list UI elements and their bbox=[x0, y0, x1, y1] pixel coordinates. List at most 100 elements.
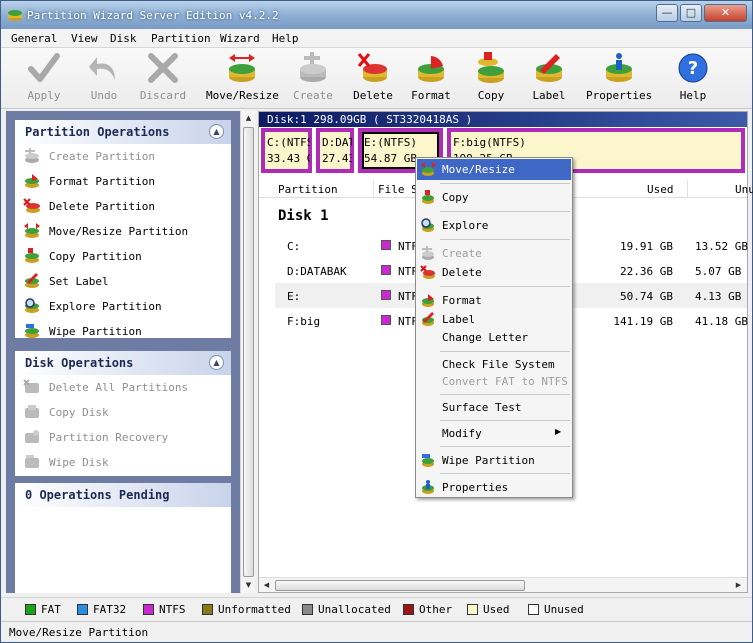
menu-view[interactable]: View bbox=[71, 32, 98, 45]
copy-disk-item[interactable]: Copy Disk bbox=[15, 400, 231, 425]
menu-wizard[interactable]: Wizard bbox=[220, 32, 260, 45]
delete-all-partitions-item[interactable]: Delete All Partitions bbox=[15, 375, 231, 400]
app-logo-icon bbox=[8, 10, 22, 21]
discard-button[interactable]: Discard bbox=[137, 52, 189, 104]
minimize-button[interactable]: — bbox=[656, 4, 678, 22]
partition-recovery-item[interactable]: Partition Recovery bbox=[15, 425, 231, 450]
menu-separator bbox=[440, 351, 570, 352]
apply-label: Apply bbox=[27, 89, 61, 102]
partition-size: 54.87 GB bbox=[364, 152, 417, 165]
partition-size: 33.43 GB bbox=[267, 152, 310, 165]
disk-operations-header[interactable]: Disk Operations ▲ bbox=[15, 351, 231, 375]
title-bar[interactable]: Partition Wizard Server Edition v4.2.2 —… bbox=[1, 1, 752, 29]
row-unused: 13.52 GB bbox=[695, 240, 748, 253]
create-partition-icon bbox=[422, 246, 434, 260]
left-panel-scrollbar[interactable]: ▲ ▼ bbox=[240, 111, 255, 593]
move-resize-partition-item[interactable]: Move/Resize Partition bbox=[15, 219, 231, 244]
create-partition-item[interactable]: Create Partition bbox=[15, 144, 231, 169]
scroll-left-arrow-icon[interactable]: ◀ bbox=[259, 578, 274, 593]
partition-context-menu: Move/Resize Copy Explore Create Delete F… bbox=[415, 157, 573, 498]
create-button[interactable]: Create bbox=[291, 52, 335, 104]
move-resize-button[interactable]: Move/Resize bbox=[206, 52, 279, 104]
delete-button[interactable]: Delete bbox=[351, 52, 395, 104]
column-partition[interactable]: Partition bbox=[278, 183, 338, 196]
delete-partition-item[interactable]: Delete Partition bbox=[15, 194, 231, 219]
delete-label: Delete bbox=[353, 89, 393, 102]
column-unused[interactable]: Unused bbox=[735, 183, 753, 196]
ctx-change-letter-label: Change Letter bbox=[442, 331, 529, 344]
pending-operations-header[interactable]: 0 Operations Pending bbox=[15, 483, 231, 507]
menu-disk[interactable]: Disk bbox=[110, 32, 137, 45]
ctx-delete[interactable]: Delete bbox=[417, 262, 571, 283]
delete-partition-icon bbox=[357, 53, 387, 82]
legend-used: Used bbox=[483, 603, 510, 616]
row-partition-name: F:big bbox=[287, 315, 321, 328]
undo-button[interactable]: Undo bbox=[83, 52, 125, 104]
scroll-thumb[interactable] bbox=[243, 127, 254, 577]
set-label-item[interactable]: Set Label bbox=[15, 269, 231, 294]
wipe-partition-item[interactable]: Wipe Partition bbox=[15, 319, 231, 344]
properties-button[interactable]: Properties bbox=[586, 52, 652, 104]
label-partition-icon bbox=[422, 312, 434, 326]
ctx-move-resize[interactable]: Move/Resize bbox=[417, 159, 571, 180]
copy-partition-item[interactable]: Copy Partition bbox=[15, 244, 231, 269]
ctx-modify[interactable]: Modify ▶ bbox=[417, 423, 571, 444]
disk-map-partition-c[interactable]: C:(NTFS) 33.43 GB bbox=[261, 128, 312, 173]
wipe-disk-item[interactable]: Wipe Disk bbox=[15, 450, 231, 475]
menu-separator bbox=[440, 211, 570, 212]
ctx-format[interactable]: Format bbox=[417, 290, 571, 311]
status-bar: Move/Resize Partition bbox=[1, 621, 752, 642]
copy-partition-label: Copy Partition bbox=[49, 250, 142, 263]
disk-header-bar[interactable]: Disk:1 298.09GB ( ST3320418AS ) bbox=[259, 112, 747, 127]
explore-partition-item[interactable]: Explore Partition bbox=[15, 294, 231, 319]
wipe-partition-label: Wipe Partition bbox=[49, 325, 142, 338]
row-unused: 4.13 GB bbox=[695, 290, 742, 303]
move-resize-icon bbox=[421, 162, 436, 176]
label-button[interactable]: Label bbox=[527, 52, 571, 104]
scroll-up-arrow-icon[interactable]: ▲ bbox=[241, 111, 256, 126]
row-unused: 5.07 GB bbox=[695, 265, 742, 278]
menu-partition[interactable]: Partition bbox=[151, 32, 211, 45]
ctx-properties[interactable]: Properties bbox=[417, 477, 571, 498]
wipe-disk-icon bbox=[25, 455, 39, 468]
row-unused: 41.18 GB bbox=[695, 315, 748, 328]
menu-general[interactable]: General bbox=[11, 32, 57, 45]
horizontal-scrollbar[interactable]: ◀ ▶ bbox=[259, 577, 747, 592]
column-divider[interactable] bbox=[373, 180, 374, 198]
partition-operations-header[interactable]: Partition Operations ▲ bbox=[15, 120, 231, 144]
help-button[interactable]: ? Help bbox=[673, 52, 713, 104]
label-partition-icon bbox=[25, 273, 39, 288]
scroll-right-arrow-icon[interactable]: ▶ bbox=[731, 578, 746, 593]
format-button[interactable]: Format bbox=[409, 52, 453, 104]
wipe-partition-icon bbox=[25, 324, 39, 338]
column-divider[interactable] bbox=[687, 180, 688, 198]
collapse-chevron-icon[interactable]: ▲ bbox=[209, 355, 224, 370]
ctx-wipe-partition[interactable]: Wipe Partition bbox=[417, 450, 571, 471]
partition-name: E:(NTFS) bbox=[364, 136, 417, 149]
close-button[interactable]: ✕ bbox=[704, 4, 747, 22]
ctx-surface-test[interactable]: Surface Test bbox=[417, 397, 571, 418]
horizontal-scroll-thumb[interactable] bbox=[275, 580, 525, 591]
ctx-copy[interactable]: Copy bbox=[417, 187, 571, 208]
delete-all-partitions-label: Delete All Partitions bbox=[49, 381, 189, 394]
ctx-change-letter[interactable]: Change Letter bbox=[417, 327, 571, 348]
ctx-explore[interactable]: Explore bbox=[417, 215, 571, 236]
disk-map-partition-d[interactable]: D:DATABAK 27.43 GB bbox=[316, 128, 354, 173]
maximize-button[interactable]: □ bbox=[680, 4, 702, 22]
ctx-delete-label: Delete bbox=[442, 266, 482, 279]
ctx-create-label: Create bbox=[442, 247, 482, 260]
row-partition-name: E: bbox=[287, 290, 301, 303]
format-partition-item[interactable]: Format Partition bbox=[15, 169, 231, 194]
properties-icon bbox=[422, 480, 434, 494]
menu-help[interactable]: Help bbox=[272, 32, 299, 45]
pending-operations-section: 0 Operations Pending bbox=[15, 483, 231, 593]
apply-button[interactable]: Apply bbox=[23, 52, 65, 104]
ctx-convert-fat-to-ntfs[interactable]: Convert FAT to NTFS bbox=[417, 371, 571, 392]
ctx-create[interactable]: Create bbox=[417, 243, 571, 264]
column-used[interactable]: Used bbox=[647, 183, 674, 196]
status-text: Move/Resize Partition bbox=[9, 626, 149, 639]
copy-button[interactable]: Copy bbox=[469, 52, 513, 104]
move-resize-partition-label: Move/Resize Partition bbox=[49, 225, 189, 238]
scroll-down-arrow-icon[interactable]: ▼ bbox=[241, 578, 256, 593]
collapse-chevron-icon[interactable]: ▲ bbox=[209, 124, 224, 139]
